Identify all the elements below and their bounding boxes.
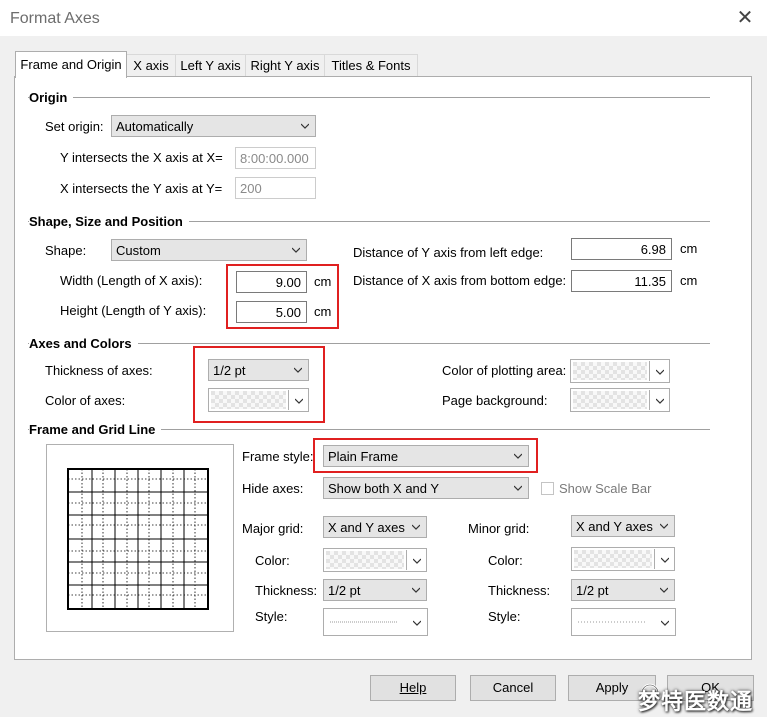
frame-grid-section-title: Frame and Grid Line (29, 422, 162, 437)
x-intersects-input[interactable]: 200 (235, 177, 316, 199)
major-color-label: Color: (255, 553, 290, 568)
chevron-down-icon (660, 587, 668, 593)
major-thickness-value: 1/2 pt (328, 583, 361, 598)
minor-thickness-value: 1/2 pt (576, 583, 609, 598)
height-label: Height (Length of Y axis): (60, 303, 207, 318)
minor-color-picker[interactable] (571, 547, 675, 571)
major-grid-value: X and Y axes (328, 520, 405, 535)
minor-grid-label: Minor grid: (468, 521, 530, 536)
grid-preview-graphic (67, 468, 209, 610)
major-grid-select[interactable]: X and Y axes (323, 516, 427, 538)
chevron-down-icon (412, 524, 420, 530)
set-origin-select[interactable]: Automatically (111, 115, 316, 137)
chevron-down-icon (514, 485, 522, 491)
close-icon[interactable]: ✕ (733, 6, 757, 30)
page-bg-color-picker[interactable] (570, 388, 670, 412)
chevron-down-icon (656, 369, 664, 375)
chevron-down-icon (413, 620, 421, 626)
major-color-picker[interactable] (323, 548, 427, 572)
tab-titles-fonts[interactable]: Titles & Fonts (324, 54, 418, 77)
page-bg-swatch (573, 391, 647, 409)
window-title: Format Axes (10, 10, 100, 27)
set-origin-label: Set origin: (45, 119, 104, 134)
x-intersects-label: X intersects the Y axis at Y= (60, 181, 223, 196)
width-label: Width (Length of X axis): (60, 273, 203, 288)
axes-highlight-box (193, 346, 325, 423)
plot-area-color-label: Color of plotting area: (442, 363, 567, 378)
major-grid-label: Major grid: (242, 521, 304, 536)
minor-thickness-label: Thickness: (488, 583, 551, 598)
major-thickness-select[interactable]: 1/2 pt (323, 579, 427, 601)
minor-color-swatch (574, 550, 652, 568)
minor-thickness-select[interactable]: 1/2 pt (571, 579, 675, 601)
dist-y-unit: cm (680, 241, 698, 256)
chevron-down-icon (660, 523, 668, 529)
chevron-down-icon (656, 398, 664, 404)
watermark-text: 梦特医数通 (638, 689, 754, 714)
help-button-label: Help (399, 680, 427, 695)
hide-axes-value: Show both X and Y (328, 481, 440, 496)
chevron-down-icon (412, 587, 420, 593)
chevron-down-icon (661, 620, 669, 626)
origin-separator (28, 97, 710, 98)
show-scale-bar-label: Show Scale Bar (559, 481, 652, 496)
shape-section-title: Shape, Size and Position (29, 214, 189, 229)
set-origin-value: Automatically (116, 119, 194, 134)
hide-axes-select[interactable]: Show both X and Y (323, 477, 529, 499)
origin-section-title: Origin (29, 90, 74, 105)
shape-value: Custom (116, 243, 161, 258)
tab-x-axis[interactable]: X axis (126, 54, 176, 77)
minor-grid-value: X and Y axes (576, 519, 653, 534)
tab-frame-and-origin[interactable]: Frame and Origin (15, 51, 127, 78)
cancel-button[interactable]: Cancel (470, 675, 556, 701)
chevron-down-icon (661, 557, 669, 563)
minor-style-label: Style: (488, 609, 521, 624)
thickness-axes-label: Thickness of axes: (45, 363, 153, 378)
dist-x-label: Distance of X axis from bottom edge: (353, 273, 567, 288)
shape-label: Shape: (45, 243, 87, 258)
axes-colors-section-title: Axes and Colors (29, 336, 138, 351)
plot-area-swatch (573, 362, 647, 380)
page-bg-label: Page background: (442, 393, 548, 408)
minor-grid-select[interactable]: X and Y axes (571, 515, 675, 537)
hide-axes-label: Hide axes: (242, 481, 304, 496)
chevron-down-icon (301, 123, 309, 129)
major-color-swatch (326, 551, 404, 569)
major-thickness-label: Thickness: (255, 583, 318, 598)
color-axes-label: Color of axes: (45, 393, 126, 408)
chevron-down-icon (292, 247, 300, 253)
dist-y-input[interactable]: 6.98 (571, 238, 672, 260)
frame-style-label: Frame style: (242, 449, 314, 464)
minor-style-select[interactable] (571, 608, 676, 636)
tab-left-y-axis[interactable]: Left Y axis (175, 54, 246, 77)
dist-x-input[interactable]: 11.35 (571, 270, 672, 292)
grid-preview (46, 444, 234, 632)
major-style-select[interactable] (323, 608, 428, 636)
minor-color-label: Color: (488, 553, 523, 568)
major-style-line-preview (330, 621, 398, 623)
y-intersects-input[interactable]: 8:00:00.000 (235, 147, 316, 169)
y-intersects-label: Y intersects the X axis at X= (60, 150, 223, 165)
major-style-label: Style: (255, 609, 288, 624)
dist-y-label: Distance of Y axis from left edge: (353, 245, 544, 260)
help-button[interactable]: Help (370, 675, 456, 701)
dist-x-unit: cm (680, 273, 698, 288)
plot-area-color-picker[interactable] (570, 359, 670, 383)
frame-style-highlight-box (313, 438, 538, 473)
show-scale-bar-checkbox[interactable] (541, 482, 554, 495)
shape-select[interactable]: Custom (111, 239, 307, 261)
tab-right-y-axis[interactable]: Right Y axis (245, 54, 325, 77)
minor-style-line-preview (578, 621, 646, 623)
size-highlight-box (226, 264, 339, 329)
chevron-down-icon (413, 558, 421, 564)
